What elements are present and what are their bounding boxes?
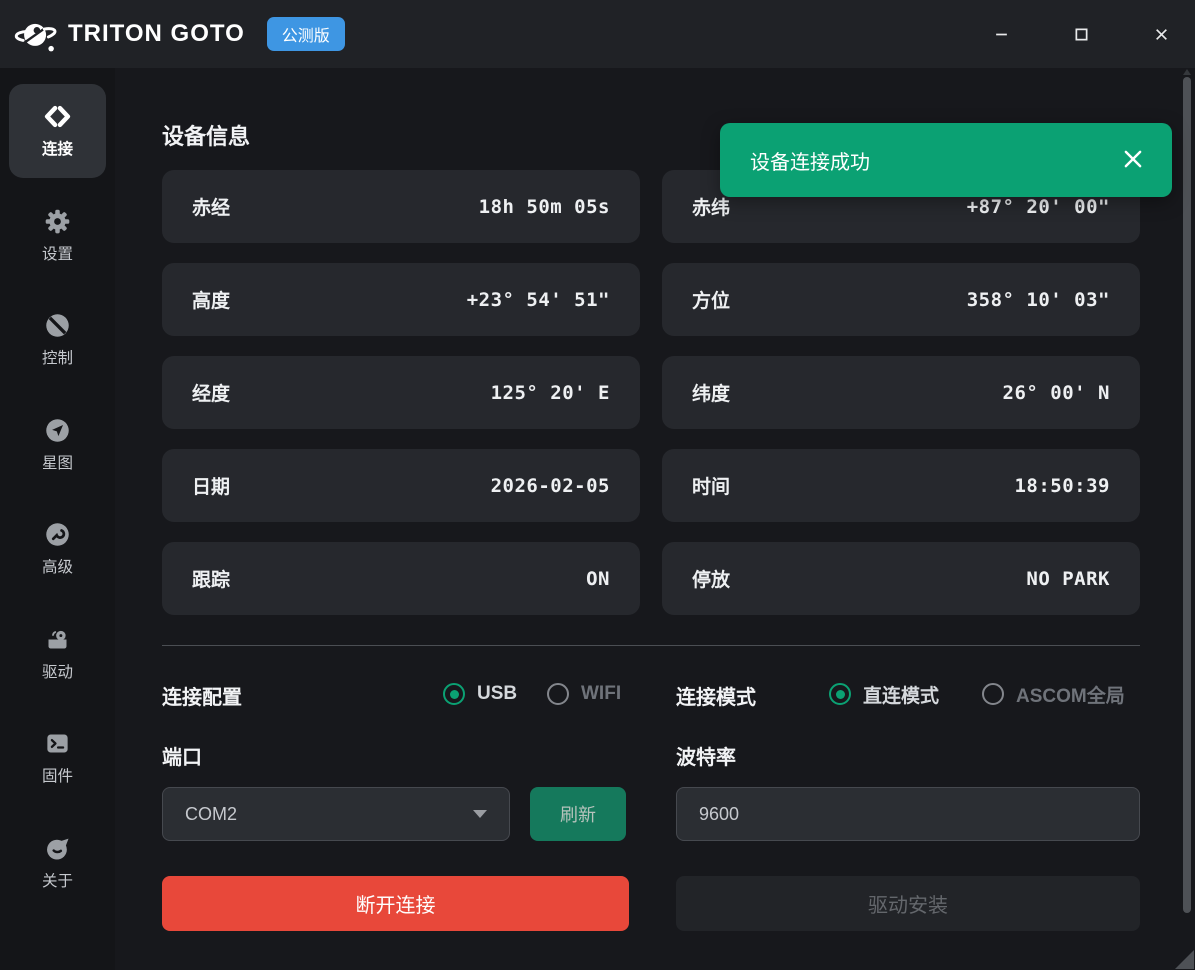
chevron-down-icon	[473, 810, 487, 818]
field-label: 跟踪	[192, 570, 231, 591]
field-value: NO PARK	[1026, 567, 1110, 590]
window-controls	[943, 0, 1183, 68]
field-azimuth: 方位 358° 10' 03"	[662, 263, 1140, 336]
field-value: ON	[586, 567, 610, 590]
port-label: 端口	[162, 747, 202, 769]
page-title: 设备信息	[162, 124, 251, 149]
section-divider	[162, 645, 1140, 646]
field-label: 经度	[192, 384, 231, 405]
field-value: 125° 20' E	[490, 381, 610, 404]
field-value: +23° 54' 51"	[466, 288, 610, 311]
connection-config-label: 连接配置	[162, 687, 242, 709]
radio-ascom-global[interactable]: ASCOM全局	[982, 679, 1125, 709]
baud-rate-input[interactable]	[676, 787, 1140, 841]
field-latitude: 纬度 26° 00' N	[662, 356, 1140, 429]
sidebar-item-settings[interactable]: 设置	[9, 189, 106, 283]
close-icon	[1155, 28, 1167, 40]
field-altitude: 高度 +23° 54' 51"	[162, 263, 640, 336]
field-value: +87° 20' 00"	[966, 195, 1110, 218]
wrench-icon	[46, 523, 69, 546]
field-value: 26° 00' N	[1002, 381, 1110, 404]
field-tracking: 跟踪 ON	[162, 542, 640, 615]
sidebar-item-advanced[interactable]: 高级	[9, 502, 106, 596]
field-value: 18:50:39	[1014, 474, 1110, 497]
about-icon	[47, 838, 69, 860]
radio-usb[interactable]: USB	[443, 679, 517, 709]
maximize-icon	[1075, 28, 1088, 41]
radio-label: USB	[477, 683, 518, 704]
control-icon	[46, 314, 69, 337]
sidebar-item-label: 固件	[41, 768, 73, 785]
field-time: 时间 18:50:39	[662, 449, 1140, 522]
field-label: 赤经	[192, 198, 231, 219]
field-label: 高度	[192, 291, 231, 312]
field-park: 停放 NO PARK	[662, 542, 1140, 615]
field-value: 2026-02-05	[490, 474, 610, 497]
field-ra: 赤经 18h 50m 05s	[162, 170, 640, 243]
driver-install-button[interactable]: 驱动安装	[676, 876, 1140, 931]
sidebar: 连接 设置 控制 星图 高级 驱动 固件 关于	[0, 68, 115, 970]
sidebar-item-control[interactable]: 控制	[9, 293, 106, 387]
gear-icon	[45, 209, 70, 234]
sidebar-item-label: 控制	[41, 350, 73, 367]
main-content: 设备信息 赤经 18h 50m 05s 赤纬 +87° 20' 00" 高度 +…	[115, 68, 1195, 970]
radio-label: ASCOM全局	[1016, 685, 1125, 707]
app-title: TRITON GOTO	[68, 20, 245, 47]
radio-selected-icon	[829, 683, 851, 705]
sidebar-item-label: 驱动	[41, 664, 73, 681]
sidebar-item-label: 星图	[41, 455, 73, 472]
refresh-button[interactable]: 刷新	[530, 787, 626, 841]
radio-unselected-icon	[982, 683, 1004, 705]
disconnect-button[interactable]: 断开连接	[162, 876, 629, 931]
field-label: 日期	[192, 477, 231, 498]
sidebar-item-label: 连接	[41, 141, 73, 158]
sidebar-item-driver[interactable]: 驱动	[9, 607, 106, 701]
radio-wifi[interactable]: WIFI	[547, 679, 621, 709]
field-date: 日期 2026-02-05	[162, 449, 640, 522]
connection-mode-label: 连接模式	[676, 687, 756, 709]
field-label: 赤纬	[692, 198, 731, 219]
maximize-button[interactable]	[1059, 0, 1103, 68]
scrollbar-thumb[interactable]	[1183, 77, 1191, 913]
device-info-grid: 赤经 18h 50m 05s 赤纬 +87° 20' 00" 高度 +23° 5…	[162, 170, 1140, 615]
field-label: 停放	[692, 570, 731, 591]
drive-icon	[48, 630, 67, 649]
planet-logo-icon	[14, 23, 57, 52]
field-value: 18h 50m 05s	[478, 195, 610, 218]
field-label: 时间	[692, 477, 731, 498]
radio-unselected-icon	[547, 683, 569, 705]
resize-grip[interactable]	[1175, 950, 1194, 969]
field-longitude: 经度 125° 20' E	[162, 356, 640, 429]
field-label: 方位	[692, 291, 731, 312]
app-window: TRITON GOTO 公测版 连接 设置 控制 星图 高级 驱动 固件 关于 …	[0, 0, 1195, 970]
radio-label: 直连模式	[863, 685, 940, 707]
field-value: 358° 10' 03"	[966, 288, 1110, 311]
starmap-icon	[46, 419, 69, 442]
minimize-icon	[995, 33, 1007, 35]
radio-direct-mode[interactable]: 直连模式	[829, 679, 939, 709]
toast-close-icon[interactable]	[1122, 148, 1146, 172]
field-label: 纬度	[692, 384, 731, 405]
minimize-button[interactable]	[979, 0, 1023, 68]
scroll-up-arrow-icon[interactable]	[1183, 69, 1191, 75]
title-bar: TRITON GOTO 公测版	[0, 0, 1195, 68]
sidebar-item-connect[interactable]: 连接	[9, 84, 106, 178]
toast-success: 设备连接成功	[720, 123, 1172, 197]
terminal-icon	[47, 734, 68, 753]
baud-rate-label: 波特率	[676, 747, 736, 769]
sidebar-item-label: 关于	[41, 873, 73, 890]
connect-icon	[44, 105, 71, 128]
sidebar-item-starmap[interactable]: 星图	[9, 398, 106, 492]
close-button[interactable]	[1139, 0, 1183, 68]
sidebar-item-about[interactable]: 关于	[9, 816, 106, 910]
port-select[interactable]: COM2	[162, 787, 510, 841]
port-selected-value: COM2	[185, 803, 238, 824]
beta-badge: 公测版	[266, 17, 345, 51]
sidebar-item-firmware[interactable]: 固件	[9, 711, 106, 805]
radio-label: WIFI	[581, 683, 622, 704]
radio-selected-icon	[443, 683, 465, 705]
toast-message: 设备连接成功	[750, 151, 870, 174]
sidebar-item-label: 高级	[41, 559, 73, 576]
sidebar-item-label: 设置	[41, 246, 73, 263]
